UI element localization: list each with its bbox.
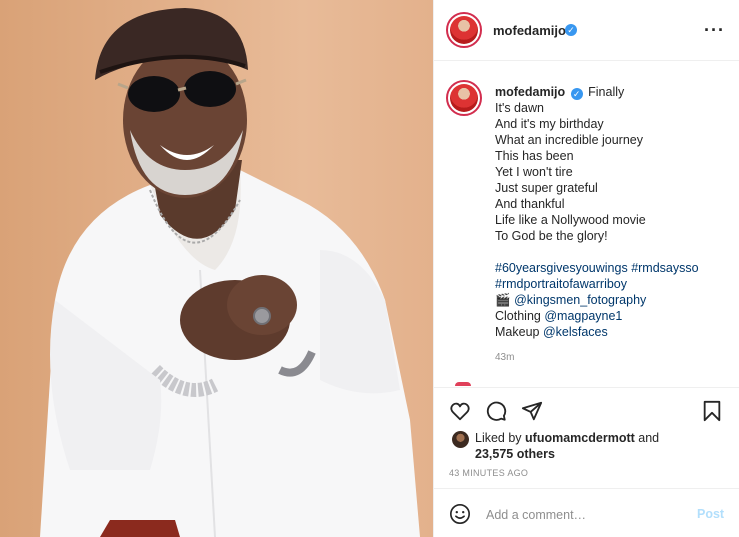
likes-count[interactable]: 23,575 others — [475, 447, 555, 461]
header-username[interactable]: mofedamijo — [493, 23, 566, 38]
caption-avatar[interactable] — [446, 80, 482, 116]
liked-by-user[interactable]: ufuomamcdermott — [525, 431, 635, 445]
verified-badge-icon: ✓ — [565, 24, 577, 36]
post-detail-panel: mofedamijo ✓ ··· mofedamijo ✓ Finally It… — [433, 0, 739, 537]
caption-line: It's dawn — [495, 101, 544, 115]
verified-badge-icon: ✓ — [570, 88, 583, 100]
caption-line: And it's my birthday — [495, 117, 604, 131]
post-timestamp[interactable]: 43 MINUTES AGO — [449, 468, 528, 478]
makeup-label: Makeup — [495, 325, 540, 339]
likes-summary: Liked by ufuomamcdermott and 23,575 othe… — [475, 430, 659, 462]
caption-line: To God be the glory! — [495, 229, 608, 243]
liked-by-prefix: Liked by — [475, 431, 522, 445]
next-comment-avatar — [455, 382, 471, 386]
clothing-label: Clothing — [495, 309, 541, 323]
more-options-icon[interactable]: ··· — [704, 20, 725, 41]
caption-username[interactable]: mofedamijo — [495, 85, 565, 99]
photo-credit-tag[interactable]: @kingsmen_fotography — [514, 293, 646, 307]
caption-line: Just super grateful — [495, 181, 598, 195]
hashtag-line[interactable]: #rmdportraitofawarriboy — [495, 276, 730, 292]
post-header: mofedamijo ✓ ··· — [434, 0, 739, 61]
emoji-icon[interactable] — [449, 503, 471, 525]
makeup-tag[interactable]: @kelsfaces — [543, 325, 608, 339]
post-image[interactable] — [0, 0, 433, 537]
comment-icon[interactable] — [485, 400, 507, 422]
caption-line: Life like a Nollywood movie — [495, 213, 646, 227]
caption-relative-time[interactable]: 43m — [495, 352, 514, 363]
clapperboard-icon: 🎬 — [495, 293, 511, 307]
bookmark-icon[interactable] — [701, 400, 723, 422]
post-photo — [40, 8, 420, 537]
post-caption: mofedamijo ✓ Finally It's dawn And it's … — [495, 84, 730, 340]
author-avatar[interactable] — [446, 12, 482, 48]
liked-by-and: and — [638, 431, 660, 445]
caption-line: What an incredible journey — [495, 133, 643, 147]
hashtag-line[interactable]: #60yearsgivesyouwings #rmdsaysso — [495, 260, 730, 276]
clothing-tag[interactable]: @magpayne1 — [544, 309, 622, 323]
post-comment-button[interactable]: Post — [697, 507, 724, 521]
caption-line: And thankful — [495, 197, 565, 211]
comment-input[interactable] — [486, 506, 686, 524]
caption-line: Finally — [588, 85, 625, 99]
post-actions: Liked by ufuomamcdermott and 23,575 othe… — [434, 387, 739, 537]
share-icon[interactable] — [521, 400, 543, 422]
comment-row: Post — [434, 488, 739, 537]
caption-line: Yet I won't tire — [495, 165, 573, 179]
caption-line: This has been — [495, 149, 574, 163]
liked-by-avatar[interactable] — [452, 431, 469, 448]
heart-icon[interactable] — [449, 400, 471, 422]
